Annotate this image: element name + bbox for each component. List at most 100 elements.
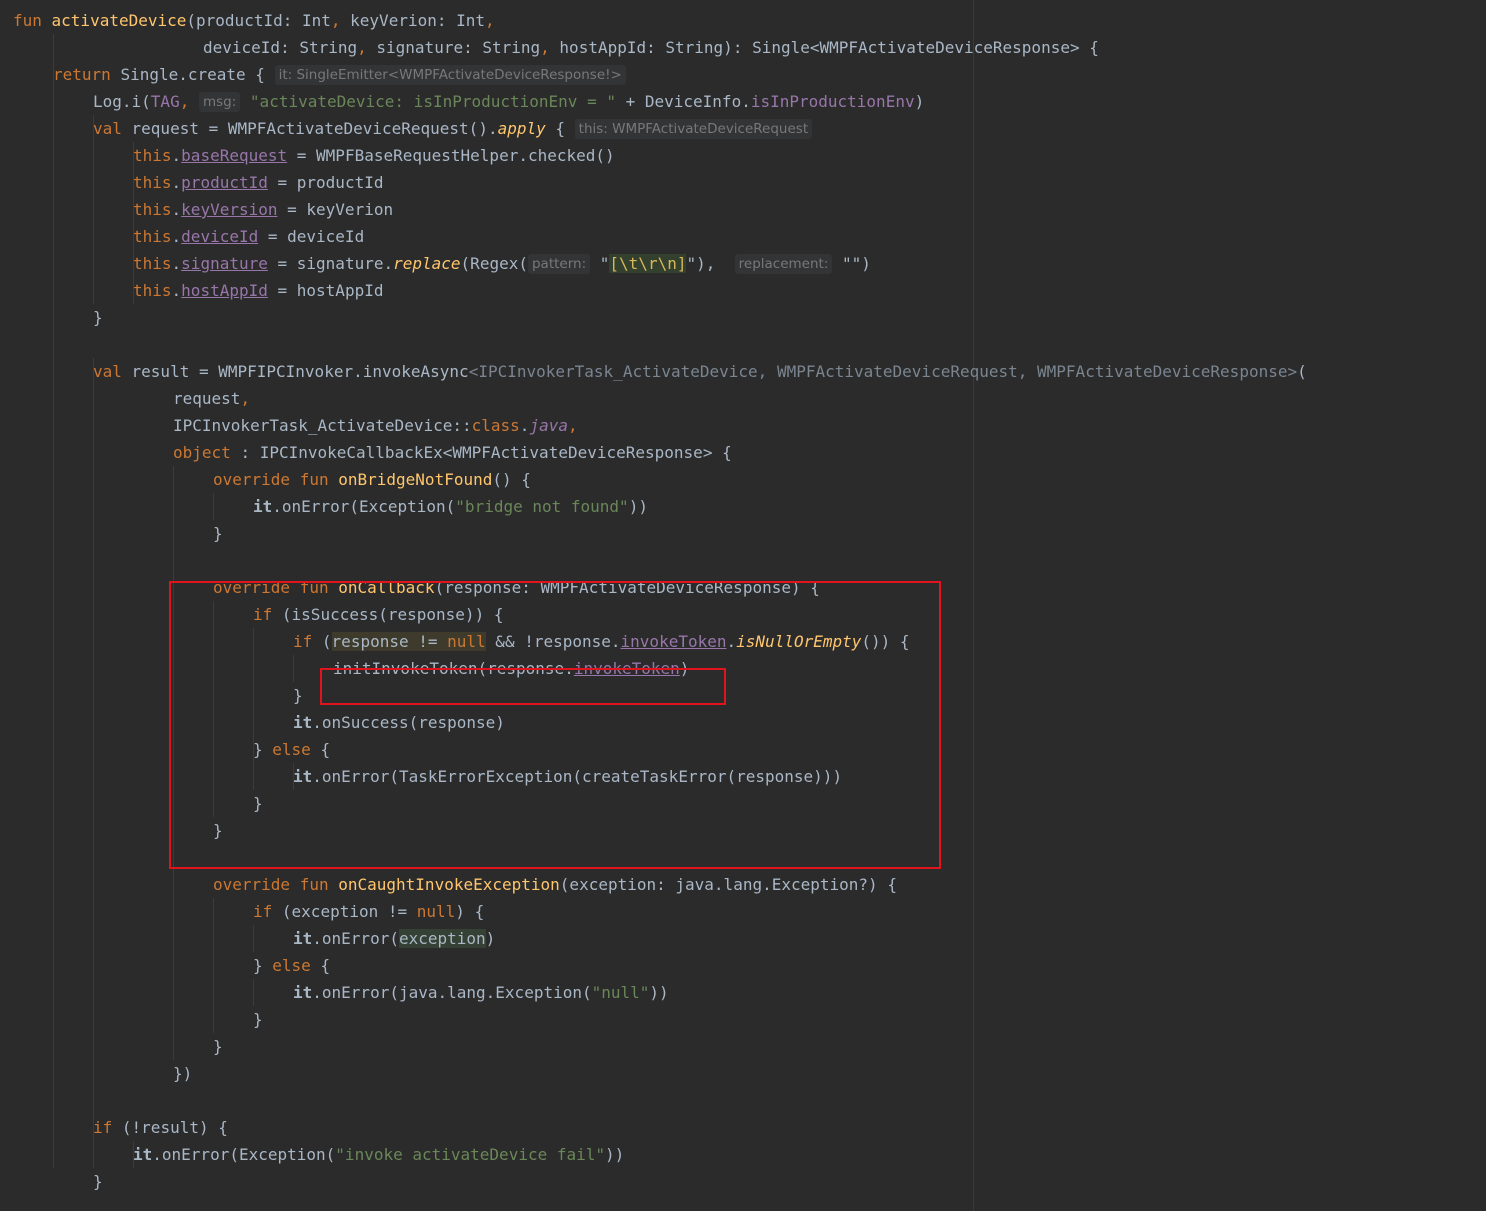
code-line[interactable]: }: [213, 520, 223, 547]
code-token: : IPCInvokeCallbackEx<WMPFActivateDevice…: [240, 443, 732, 462]
code-token: ,: [485, 11, 495, 30]
code-token: if: [93, 1118, 122, 1137]
code-line[interactable]: this.keyVersion = keyVerion: [133, 196, 393, 223]
code-token: keyVerion: Int: [350, 11, 486, 30]
code-token: .onError(Exception(: [152, 1145, 336, 1164]
code-token: ""): [832, 254, 871, 273]
code-line[interactable]: this.hostAppId = hostAppId: [133, 277, 383, 304]
code-token: object: [173, 443, 241, 462]
code-token: baseRequest: [181, 146, 288, 165]
code-line[interactable]: val result = WMPFIPCInvoker.invokeAsync<…: [93, 358, 1307, 385]
indent-guide: [213, 493, 214, 520]
code-token: ,: [330, 11, 351, 30]
code-token: ,: [179, 92, 199, 111]
code-line[interactable]: }): [173, 1060, 192, 1087]
right-margin-guide: [973, 0, 974, 1211]
code-token: )): [605, 1145, 625, 1164]
code-line[interactable]: this.productId = productId: [133, 169, 383, 196]
code-token: null: [416, 902, 456, 921]
code-line[interactable]: return Single.create { it: SingleEmitter…: [53, 61, 626, 88]
code-token: .: [519, 416, 530, 435]
code-token: override fun: [213, 470, 339, 489]
code-token: }: [213, 1037, 223, 1056]
code-token: this: [133, 146, 172, 165]
code-token: "invoke activateDevice fail": [335, 1145, 606, 1164]
oncallback-highlight-box: [169, 581, 941, 869]
code-token: this: [133, 200, 172, 219]
code-token: ,: [567, 416, 578, 435]
code-line[interactable]: fun activateDevice(productId: Int, keyVe…: [13, 7, 495, 34]
code-line[interactable]: this.baseRequest = WMPFBaseRequestHelper…: [133, 142, 615, 169]
code-token: it: [253, 497, 273, 516]
code-token: ): [485, 929, 496, 948]
code-token: (exception: java.lang.Exception?) {: [559, 875, 897, 894]
code-line[interactable]: it.onError(Exception("bridge not found")…: [253, 493, 648, 520]
code-line[interactable]: this.deviceId = deviceId: [133, 223, 364, 250]
code-token: = WMPFBaseRequestHelper.checked(): [287, 146, 615, 165]
code-line[interactable]: IPCInvokerTask_ActivateDevice::class.jav…: [173, 412, 578, 439]
code-token: [\t\r\n]: [609, 254, 687, 273]
code-line[interactable]: } else {: [253, 952, 330, 979]
code-token: this: [133, 281, 172, 300]
inlay-hint: pattern:: [527, 254, 591, 274]
code-token: hostAppId: [181, 281, 268, 300]
code-token: isInProductionEnv: [750, 92, 915, 111]
code-line[interactable]: it.onError(Exception("invoke activateDev…: [133, 1141, 624, 1168]
code-token: productId: [181, 173, 268, 192]
inlay-hint: replacement:: [734, 254, 833, 274]
indent-guide: [213, 898, 214, 1033]
code-token: ,: [540, 38, 560, 57]
code-token: deviceId: String: [203, 38, 358, 57]
code-token: {: [320, 956, 331, 975]
init-invoke-token-highlight-box: [320, 668, 726, 705]
code-token: () {: [492, 470, 531, 489]
code-token: = keyVerion: [277, 200, 394, 219]
code-token: java: [529, 416, 568, 435]
code-token: override fun: [213, 875, 339, 894]
code-token: ,: [240, 389, 251, 408]
code-token: .onError(java.lang.Exception(: [312, 983, 592, 1002]
code-line[interactable]: if (!result) {: [93, 1114, 228, 1141]
code-line[interactable]: }: [253, 1006, 263, 1033]
code-token: exception: [398, 929, 486, 948]
code-line[interactable]: }: [213, 1033, 223, 1060]
inlay-hint: msg:: [198, 92, 241, 112]
code-token: it: [293, 983, 313, 1002]
code-line[interactable]: object : IPCInvokeCallbackEx<WMPFActivat…: [173, 439, 732, 466]
code-line[interactable]: }: [93, 304, 103, 331]
code-line[interactable]: }: [93, 1168, 103, 1195]
code-token: {: [255, 65, 265, 84]
code-line[interactable]: override fun onBridgeNotFound() {: [213, 466, 531, 493]
code-line[interactable]: override fun onCaughtInvokeException(exc…: [213, 871, 897, 898]
code-line[interactable]: deviceId: String, signature: String, hos…: [203, 34, 1099, 61]
code-editor[interactable]: fun activateDevice(productId: Int, keyVe…: [0, 0, 1486, 1211]
code-token: }: [93, 1172, 103, 1191]
code-token: deviceId: [181, 227, 259, 246]
code-token: this: [133, 173, 172, 192]
code-line[interactable]: it.onError(java.lang.Exception("null")): [293, 979, 669, 1006]
code-token: Single.create: [120, 65, 256, 84]
code-token: ,: [357, 38, 377, 57]
code-token: hostAppId: String): Single<WMPFActivateD…: [559, 38, 1099, 57]
code-line[interactable]: request,: [173, 385, 250, 412]
code-line[interactable]: it.onError(exception): [293, 925, 495, 952]
code-token: else: [272, 956, 321, 975]
inlay-hint: this: WMPFActivateDeviceRequest: [574, 119, 813, 139]
code-line[interactable]: Log.i(TAG, msg: "activateDevice: isInPro…: [93, 88, 924, 115]
code-token: class: [471, 416, 520, 435]
code-line[interactable]: if (exception != null) {: [253, 898, 484, 925]
code-token: IPCInvokerTask_ActivateDevice::: [173, 416, 472, 435]
code-token: activateDevice: [51, 11, 187, 30]
code-token: keyVersion: [181, 200, 278, 219]
code-line[interactable]: this.signature = signature.replace(Regex…: [133, 250, 871, 277]
code-token: }: [93, 308, 103, 327]
code-token: }: [253, 956, 273, 975]
code-line[interactable]: val request = WMPFActivateDeviceRequest(…: [93, 115, 813, 142]
code-token: return: [53, 65, 121, 84]
code-token: TAG: [150, 92, 180, 111]
code-token: .: [171, 227, 182, 246]
